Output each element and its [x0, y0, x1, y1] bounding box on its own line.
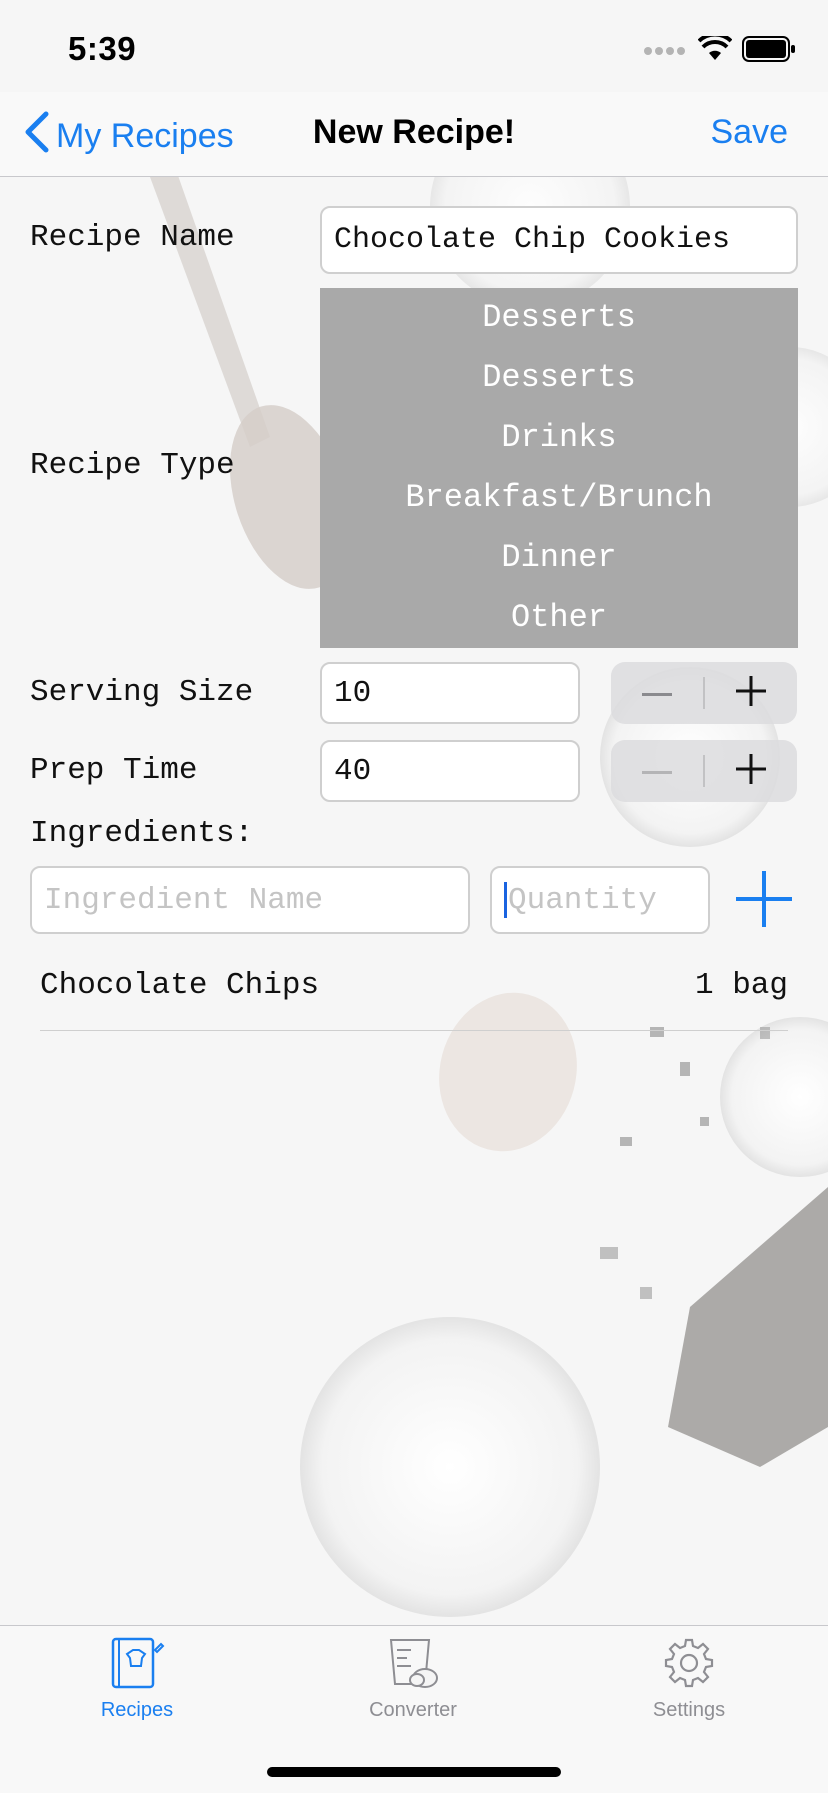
serving-size-input[interactable]: 10 — [320, 662, 580, 724]
plus-icon — [736, 675, 766, 711]
quantity-input[interactable]: Quantity — [490, 866, 710, 934]
picker-option[interactable]: Desserts — [320, 348, 798, 408]
recipe-name-input[interactable]: Chocolate Chip Cookies — [320, 206, 798, 274]
list-item[interactable]: Chocolate Chips 1 bag — [40, 960, 788, 1031]
serving-size-label: Serving Size — [30, 675, 254, 710]
plus-icon — [736, 871, 792, 931]
picker-option[interactable]: Drinks — [320, 408, 798, 468]
navigation-bar: My Recipes New Recipe! Save — [0, 92, 828, 177]
ingredient-quantity: 1 bag — [694, 968, 788, 1003]
ingredient-name-input[interactable]: Ingredient Name — [30, 866, 470, 934]
recipe-book-icon — [109, 1637, 165, 1694]
plus-icon — [736, 753, 766, 789]
wifi-icon — [697, 32, 733, 67]
increment-button[interactable] — [705, 662, 797, 724]
tab-converter[interactable]: Converter — [313, 1636, 513, 1722]
gear-icon — [662, 1638, 716, 1694]
minus-icon — [642, 684, 672, 702]
picker-option[interactable]: Breakfast/Brunch — [320, 468, 798, 528]
serving-size-stepper[interactable] — [611, 662, 797, 724]
quantity-placeholder: Quantity — [508, 882, 657, 918]
tab-recipes[interactable]: Recipes — [37, 1636, 237, 1722]
signal-icon — [644, 43, 688, 61]
battery-icon — [742, 36, 796, 67]
recipe-name-label: Recipe Name — [30, 220, 235, 255]
prep-time-input[interactable]: 40 — [320, 740, 580, 802]
picker-option[interactable]: Desserts — [320, 288, 798, 348]
recipe-type-picker[interactable]: Desserts Desserts Drinks Breakfast/Brunc… — [320, 288, 798, 648]
status-time: 5:39 — [68, 30, 137, 67]
tab-label: Converter — [369, 1699, 457, 1721]
page-title: New Recipe! — [312, 113, 516, 151]
measuring-cup-icon — [385, 1639, 441, 1694]
tab-label: Recipes — [100, 1699, 174, 1721]
decrement-button[interactable] — [611, 662, 703, 724]
increment-button[interactable] — [705, 740, 797, 802]
tab-label: Settings — [652, 1699, 726, 1721]
ingredients-label: Ingredients: — [30, 816, 254, 851]
recipe-type-label: Recipe Type — [30, 448, 235, 483]
text-cursor — [504, 882, 507, 918]
tab-settings[interactable]: Settings — [589, 1636, 789, 1722]
add-ingredient-button[interactable] — [736, 871, 792, 927]
decrement-button[interactable] — [611, 740, 703, 802]
picker-option[interactable]: Other — [320, 588, 798, 648]
ingredient-name: Chocolate Chips — [40, 968, 320, 1003]
status-indicators — [644, 32, 796, 67]
home-indicator[interactable] — [267, 1767, 561, 1777]
save-button[interactable]: Save — [711, 113, 789, 152]
minus-icon — [642, 762, 672, 780]
picker-option[interactable]: Dinner — [320, 528, 798, 588]
prep-time-label: Prep Time — [30, 753, 198, 788]
prep-time-stepper[interactable] — [611, 740, 797, 802]
